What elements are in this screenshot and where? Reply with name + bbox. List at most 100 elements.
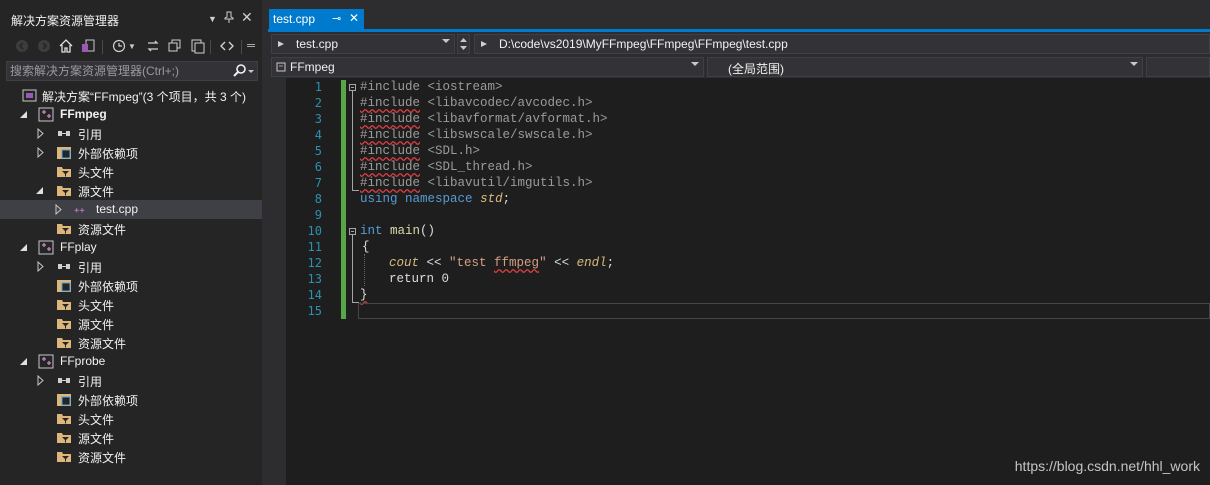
code-line-11: { [362,240,370,254]
collapse-region-icon[interactable] [349,228,356,235]
references-icon [56,259,72,274]
filter-folder-icon [56,411,72,426]
tree-item-source-files[interactable]: 源文件 [0,428,262,447]
code-line-5: #include <SDL.h> [360,144,481,158]
back-icon[interactable] [14,38,30,54]
solution-explorer-toolbar: ▼ ═ [0,34,262,58]
line-number: 5 [314,144,322,158]
line-number: 3 [314,112,322,126]
tree-item-header-files[interactable]: 头文件 [0,409,262,428]
line-number: 10 [307,224,322,238]
tree-item-project-ffprobe[interactable]: FFprobe [0,352,262,371]
dropdown-arrow-icon[interactable]: ▼ [127,38,137,54]
switch-views-icon[interactable] [80,38,96,54]
window-menu-icon[interactable]: ▼ [208,14,217,24]
cpp-file-icon: ++ [74,202,90,217]
tree-item-solution[interactable]: 解决方案“FFmpeg”(3 个项目，共 3 个) [0,86,262,105]
tree-item-external-deps[interactable]: 外部依赖项 [0,276,262,295]
close-tab-icon[interactable]: ✕ [349,11,359,25]
tab-label: test.cpp [273,12,316,26]
tab-test-cpp[interactable]: test.cpp ⊸ ✕ [269,9,364,29]
show-all-files-icon[interactable] [189,38,205,54]
item-label: 头文件 [78,413,115,427]
filter-folder-icon [56,297,72,312]
solution-search-box[interactable] [6,61,258,81]
tree-item-external-deps[interactable]: 外部依赖项 [0,143,262,162]
line-number: 9 [314,208,322,222]
references-icon [56,373,72,388]
project-label: FFplay [60,240,97,254]
tree-item-header-files[interactable]: 头文件 [0,295,262,314]
document-tab-bar: test.cpp ⊸ ✕ [268,0,1210,32]
pin-tab-icon[interactable]: ⊸ [332,12,341,25]
solution-search-input[interactable] [10,62,228,80]
search-icon[interactable] [231,63,255,79]
collapse-region-icon[interactable] [349,84,356,91]
code-line-14: } [360,288,368,302]
tree-item-source-files[interactable]: 源文件 [0,181,262,200]
tree-item-project-ffmpeg[interactable]: FFmpeg [0,105,262,124]
tree-item-source-files[interactable]: 源文件 [0,314,262,333]
tree-item-references[interactable]: 引用 [0,257,262,276]
path-combo[interactable]: D:\code\vs2019\MyFFmpeg\FFmpeg\FFmpeg\te… [474,34,1210,54]
line-number: 12 [307,256,322,270]
chevron-down-icon [691,62,699,66]
collapse-all-icon[interactable] [167,38,183,54]
tree-item-project-ffplay[interactable]: FFplay [0,238,262,257]
expanded-arrow-icon[interactable] [34,184,46,197]
file-combo[interactable]: test.cpp [271,34,455,54]
collapsed-arrow-icon[interactable] [34,146,46,159]
sync-icon[interactable] [145,38,161,54]
home-icon[interactable] [58,38,74,54]
project-combo[interactable]: FFmpeg [271,57,704,77]
tree-item-resource-files[interactable]: 资源文件 [0,219,262,238]
collapsed-arrow-icon[interactable] [34,374,46,387]
collapsed-arrow-icon[interactable] [34,260,46,273]
file-label: test.cpp [96,202,139,216]
code-view-icon[interactable] [219,38,235,54]
toolbar-overflow-icon[interactable]: ═ [246,38,256,54]
project-label: FFmpeg [60,107,107,121]
item-label: 源文件 [78,432,115,446]
project-combo-value: FFmpeg [290,60,335,74]
item-label: 外部依赖项 [78,147,139,161]
code-line-12: cout << "test ffmpeg" << endl; [389,256,615,270]
tree-item-references[interactable]: 引用 [0,371,262,390]
tree-item-header-files[interactable]: 头文件 [0,162,262,181]
close-icon[interactable]: ✕ [241,9,253,26]
pending-changes-icon[interactable] [111,38,127,54]
item-label: 头文件 [78,166,115,180]
item-label: 资源文件 [78,223,127,237]
tree-item-external-deps[interactable]: 外部依赖项 [0,390,262,409]
file-combo-value: test.cpp [296,37,339,51]
collapsed-arrow-icon[interactable] [52,203,64,216]
line-number: 13 [307,272,322,286]
cpp-project-icon [38,354,54,369]
expanded-arrow-icon[interactable] [18,241,30,254]
filter-folder-icon [56,221,72,236]
expanded-arrow-icon[interactable] [18,108,30,121]
filter-folder-icon [56,335,72,350]
filter-folder-open-icon [56,183,72,198]
tree-item-test-cpp[interactable]: ++ test.cpp [0,200,262,219]
forward-icon[interactable] [36,38,52,54]
member-combo[interactable] [1146,57,1210,77]
outline-end [352,190,359,191]
line-number: 14 [307,288,322,302]
navigation-bar: test.cpp D:\code\vs2019\MyFFmpeg\FFmpeg\… [268,32,1210,78]
tree-item-references[interactable]: 引用 [0,124,262,143]
toolbar-separator [241,40,242,54]
split-spinner[interactable] [457,34,470,54]
toolbar-separator [210,40,211,54]
tree-item-resource-files[interactable]: 资源文件 [0,333,262,352]
item-label: 资源文件 [78,451,127,465]
scope-combo[interactable]: (全局范围) [707,57,1143,77]
solution-explorer-titlebar: 解决方案资源管理器 ▼ ✕ [0,8,262,28]
collapsed-arrow-icon[interactable] [34,127,46,140]
expanded-arrow-icon[interactable] [18,355,30,368]
tree-item-resource-files[interactable]: 资源文件 [0,447,262,466]
pin-icon[interactable] [224,11,234,26]
external-deps-icon [56,278,72,293]
code-line-2: #include <libavcodec/avcodec.h> [360,96,593,110]
filter-folder-icon [56,449,72,464]
